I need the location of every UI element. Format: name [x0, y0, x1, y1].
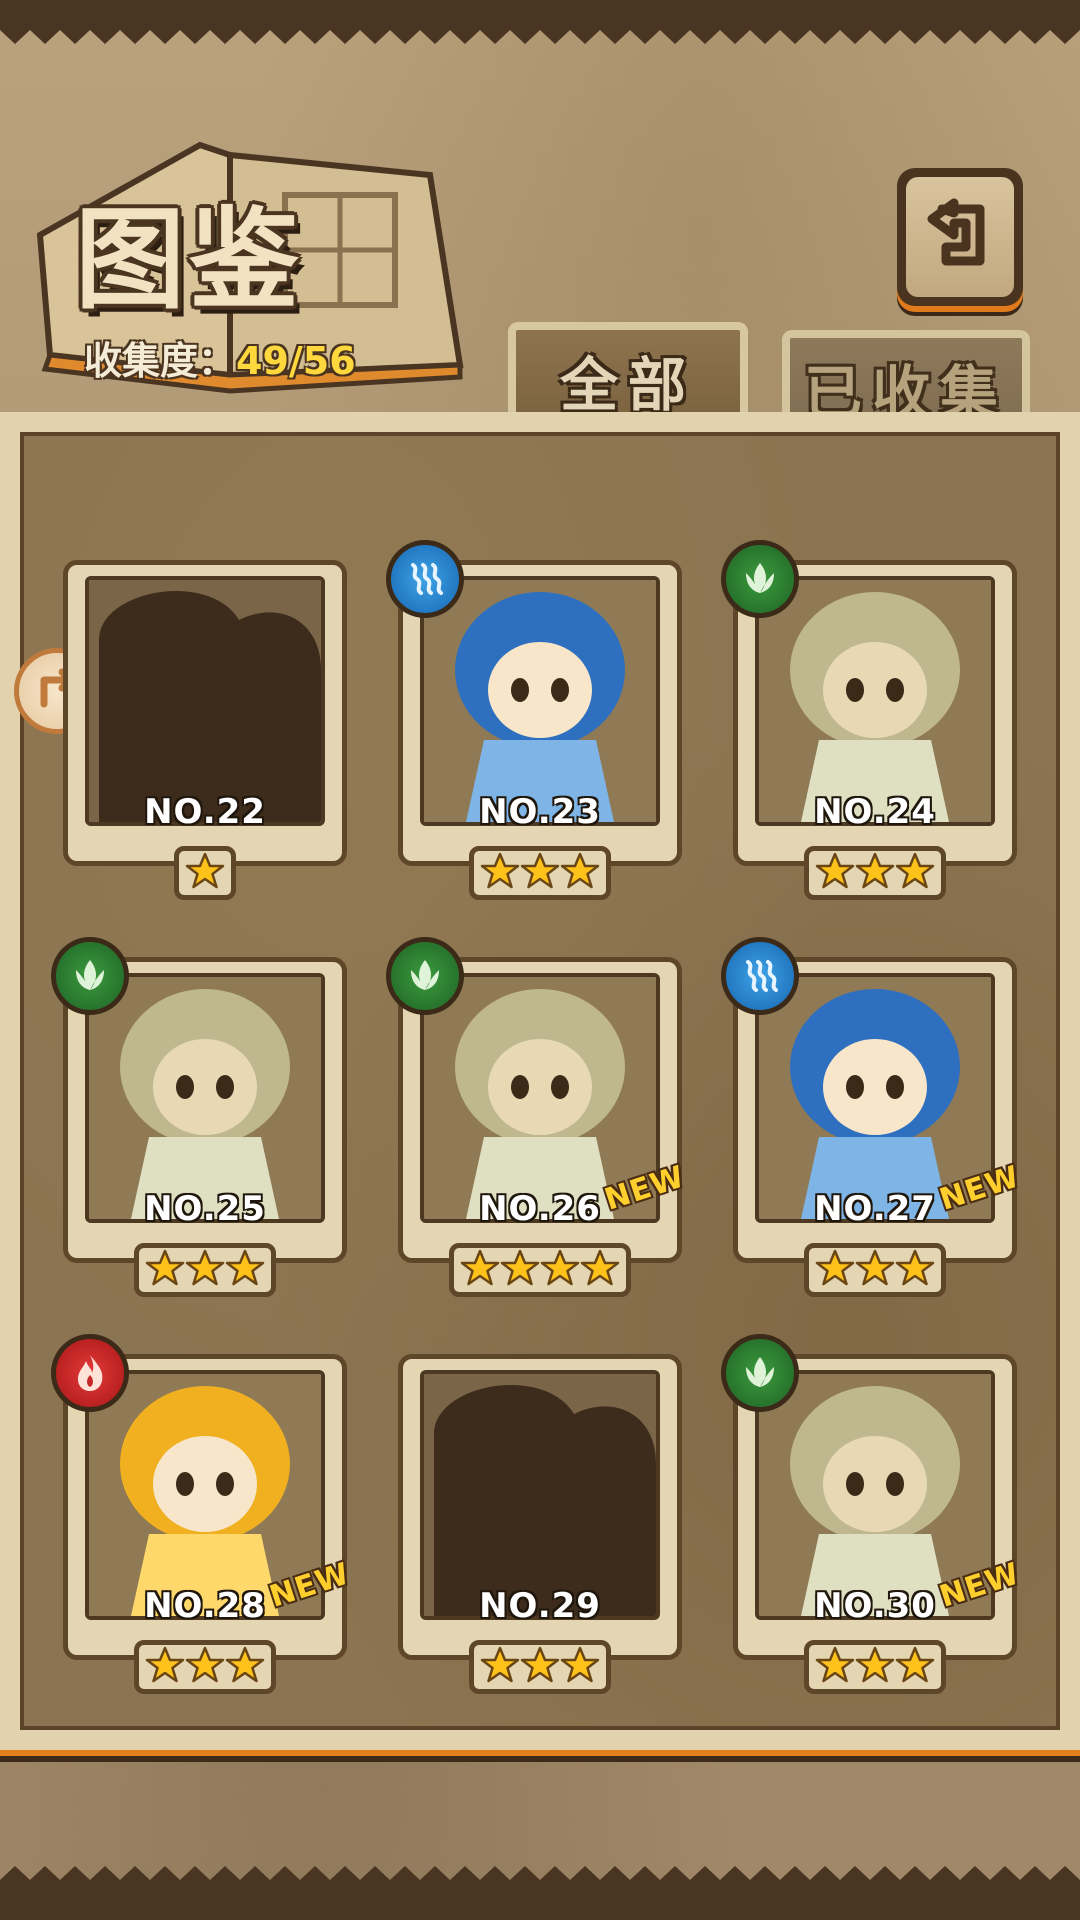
star-icon — [185, 1248, 225, 1292]
star-icon — [895, 851, 935, 895]
fire-element-icon — [51, 1334, 129, 1412]
monster-card[interactable]: NO.25 — [51, 937, 355, 1297]
star-rating — [725, 1640, 1025, 1694]
card-number: NO.25 — [144, 1189, 266, 1229]
star-holder — [134, 1640, 276, 1694]
star-holder — [804, 846, 946, 900]
star-icon — [520, 851, 560, 895]
monster-portrait — [755, 576, 995, 826]
star-icon — [500, 1248, 540, 1292]
unknown-silhouette — [85, 576, 325, 826]
star-rating — [55, 1640, 355, 1694]
star-icon — [480, 1645, 520, 1689]
star-holder — [804, 1640, 946, 1694]
monster-card[interactable]: NO.26 NEW — [386, 937, 690, 1297]
star-icon — [225, 1248, 265, 1292]
star-rating — [725, 846, 1025, 900]
star-holder — [804, 1243, 946, 1297]
water-element-icon — [386, 540, 464, 618]
monster-card[interactable]: NO.30 NEW — [721, 1334, 1025, 1694]
star-holder — [449, 1243, 631, 1297]
card-number: NO.23 — [479, 792, 601, 832]
leaf-element-icon — [721, 1334, 799, 1412]
leaf-element-icon — [51, 937, 129, 1015]
monster-card[interactable]: NO.28 NEW — [51, 1334, 355, 1694]
collection-progress: 收集度：49/56 — [84, 330, 356, 385]
page-title: 图鉴 — [75, 196, 303, 324]
back-arrow-icon — [906, 177, 1014, 297]
star-rating — [55, 1243, 355, 1297]
star-holder — [469, 1640, 611, 1694]
star-icon — [145, 1645, 185, 1689]
monster-card[interactable]: NO.27 NEW — [721, 937, 1025, 1297]
monster-portrait — [420, 576, 660, 826]
star-icon — [185, 1645, 225, 1689]
card-number: NO.24 — [814, 792, 936, 832]
star-icon — [185, 851, 225, 895]
monster-card[interactable]: NO.22 — [55, 548, 355, 900]
star-holder — [469, 846, 611, 900]
star-icon — [580, 1248, 620, 1292]
star-icon — [895, 1645, 935, 1689]
star-holder — [174, 846, 236, 900]
star-rating — [390, 1243, 690, 1297]
star-icon — [520, 1645, 560, 1689]
star-icon — [855, 1645, 895, 1689]
monster-card[interactable]: NO.29 — [390, 1342, 690, 1694]
back-button[interactable] — [897, 168, 1023, 306]
monster-card[interactable]: NO.23 — [386, 540, 690, 900]
leaf-element-icon — [721, 540, 799, 618]
card-number: NO.22 — [144, 792, 266, 832]
tab-all-label: 全部 — [559, 351, 696, 419]
leaf-element-icon — [386, 937, 464, 1015]
monster-portrait — [85, 973, 325, 1223]
star-icon — [560, 851, 600, 895]
star-icon — [815, 851, 855, 895]
star-icon — [855, 1248, 895, 1292]
star-rating — [390, 1640, 690, 1694]
monster-card[interactable]: NO.24 — [721, 540, 1025, 900]
card-number: NO.29 — [479, 1586, 601, 1626]
star-icon — [540, 1248, 580, 1292]
star-rating — [390, 846, 690, 900]
star-icon — [480, 851, 520, 895]
star-icon — [225, 1645, 265, 1689]
star-icon — [460, 1248, 500, 1292]
top-zigzag-border — [0, 0, 1080, 44]
water-element-icon — [721, 937, 799, 1015]
star-holder — [134, 1243, 276, 1297]
star-icon — [815, 1248, 855, 1292]
star-icon — [145, 1248, 185, 1292]
bottom-zigzag-border — [0, 1866, 1080, 1920]
star-icon — [815, 1645, 855, 1689]
unknown-silhouette — [420, 1370, 660, 1620]
collection-label: 收集度： — [84, 339, 237, 383]
collection-value: 49/56 — [236, 339, 356, 383]
star-rating — [725, 1243, 1025, 1297]
star-icon — [560, 1645, 600, 1689]
star-icon — [895, 1248, 935, 1292]
star-rating — [55, 846, 355, 900]
star-icon — [855, 851, 895, 895]
